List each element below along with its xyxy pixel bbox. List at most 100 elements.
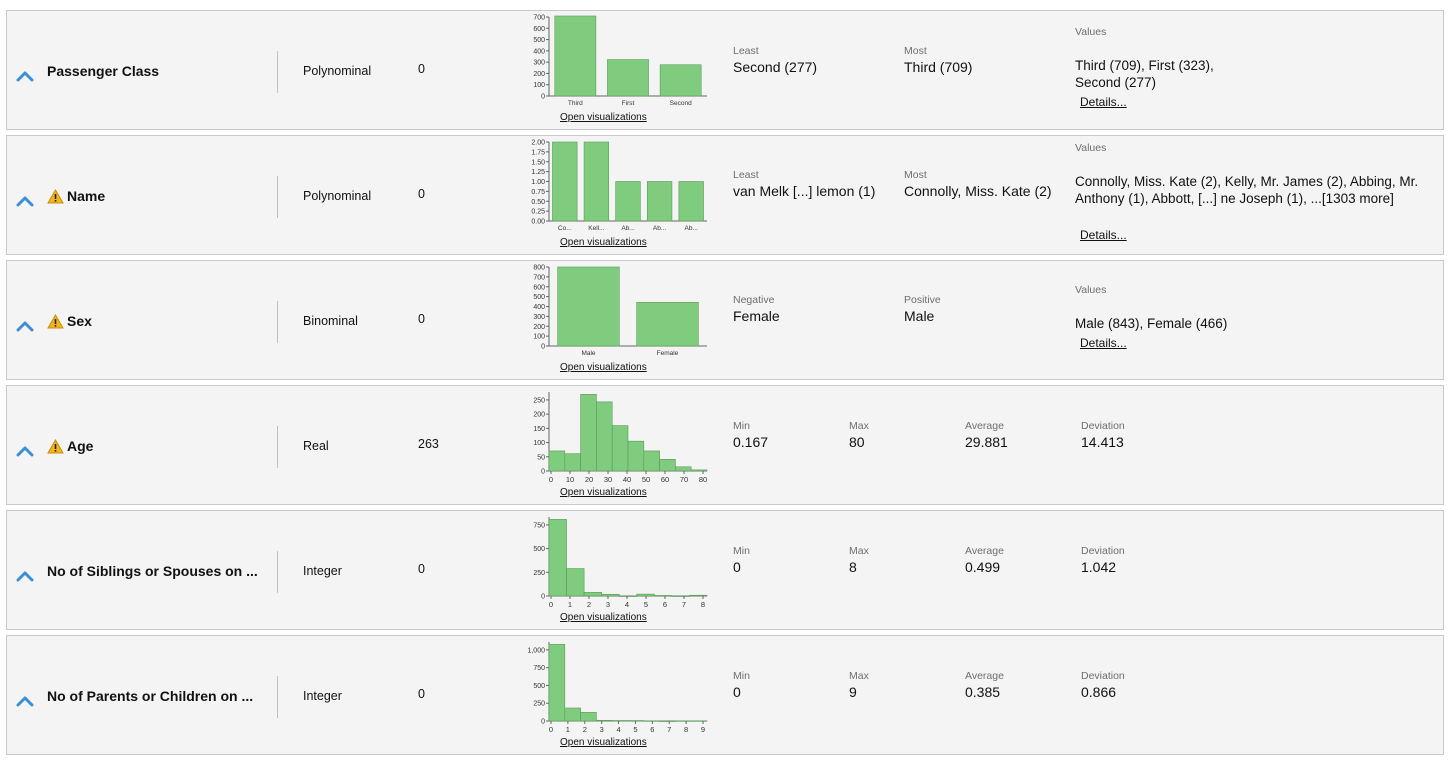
x-tick-label: Kell... xyxy=(588,225,604,232)
histogram-bar xyxy=(659,458,676,472)
deviation-value: 14.413 xyxy=(1081,434,1124,450)
least-value: Second (277) xyxy=(733,59,818,75)
bar xyxy=(607,59,649,97)
y-tick-label: 200 xyxy=(533,412,545,419)
y-tick-label: 0.25 xyxy=(531,209,545,216)
y-tick-label: 300 xyxy=(533,314,545,321)
open-visualizations-link[interactable]: Open visualizations xyxy=(560,612,647,623)
average-label: Average xyxy=(965,670,1004,682)
histogram-bar xyxy=(618,595,638,597)
y-tick-label: 600 xyxy=(533,284,545,291)
x-tick-label: 8 xyxy=(684,725,688,734)
y-tick-label: 750 xyxy=(533,522,545,529)
details-link[interactable]: Details... xyxy=(1080,95,1127,109)
max-label: Max xyxy=(849,670,869,682)
x-tick-label: 60 xyxy=(661,475,669,484)
warning-icon xyxy=(47,439,64,454)
y-tick-label: 1.75 xyxy=(531,149,545,156)
least-value: van Melk [...] lemon (1) xyxy=(733,183,876,199)
histogram-bar xyxy=(601,593,620,597)
collapse-chevron-icon[interactable] xyxy=(16,70,34,82)
bar xyxy=(554,15,597,97)
histogram-bar xyxy=(548,644,566,722)
y-tick-label: 500 xyxy=(533,683,545,690)
attribute-type: Integer xyxy=(303,689,342,703)
y-tick-label: 0.75 xyxy=(531,189,545,196)
y-tick-label: 0 xyxy=(541,594,545,601)
most-label: Most xyxy=(904,169,927,181)
y-tick-label: 700 xyxy=(533,15,545,22)
most-label: Most xyxy=(904,45,927,57)
warning-icon xyxy=(47,189,64,204)
attribute-type: Real xyxy=(303,439,329,453)
x-tick-label: Ab... xyxy=(685,225,699,232)
deviation-label: Deviation xyxy=(1081,420,1125,432)
values-label: Values xyxy=(1075,142,1107,154)
average-label: Average xyxy=(965,420,1004,432)
collapse-chevron-icon[interactable] xyxy=(16,320,34,332)
x-tick-label: 0 xyxy=(549,600,553,609)
distribution-chart[interactable]: 250 200 150 100 50 00 10 20 30 40 50 60 70 80 xyxy=(511,387,711,487)
distribution-chart[interactable]: 1,000 750 500 250 00 1 2 3 4 5 6 7 8 9 xyxy=(511,637,711,737)
open-visualizations-link[interactable]: Open visualizations xyxy=(560,362,647,373)
histogram-bar xyxy=(611,425,629,472)
histogram-bar xyxy=(659,720,676,722)
bar xyxy=(659,64,702,97)
x-tick-label: 3 xyxy=(606,600,610,609)
x-tick-label: Ab... xyxy=(621,225,635,232)
y-tick-label: 750 xyxy=(533,665,545,672)
attribute-row: Passenger Class Polynominal 0 700 600 500 4… xyxy=(6,10,1444,130)
open-visualizations-link[interactable]: Open visualizations xyxy=(560,487,647,498)
bar xyxy=(583,141,610,222)
bar xyxy=(646,181,673,222)
most-value: Third (709) xyxy=(904,59,973,75)
y-tick-label: 100 xyxy=(533,82,545,89)
attribute-name: No of Parents or Children on ... xyxy=(47,688,254,704)
min-value: 0 xyxy=(733,559,741,575)
histogram-bar xyxy=(580,712,597,722)
distribution-chart[interactable]: 800 700 600 500 400 300 200 100 0 Male Female xyxy=(511,262,711,362)
missing-count: 0 xyxy=(418,187,425,201)
attribute-type: Polynominal xyxy=(303,189,372,203)
attribute-row: Sex Binominal 0 800 700 600 500 400 300 200 100… xyxy=(6,260,1444,380)
y-tick-label: 1.00 xyxy=(531,179,545,186)
x-tick-label: Male xyxy=(581,350,595,357)
collapse-chevron-icon[interactable] xyxy=(16,195,34,207)
distribution-chart[interactable]: 750 500 250 00 1 2 3 4 5 6 7 8 xyxy=(511,512,711,612)
collapse-chevron-icon[interactable] xyxy=(16,445,34,457)
average-value: 0.499 xyxy=(965,559,1001,575)
open-visualizations-link[interactable]: Open visualizations xyxy=(560,237,647,248)
distribution-chart[interactable]: 2.00 1.75 1.50 1.25 1.00 0.75 0.50 0.25 0.00 Co..… xyxy=(511,137,711,237)
distribution-chart[interactable]: 700 600 500 400 300 200 100 0 Third First Second xyxy=(511,12,711,112)
y-tick-label: 100 xyxy=(533,440,545,447)
attribute-row: Name Polynominal 0 2.00 1.75 1.50 1.25 1.00 0… xyxy=(6,135,1444,255)
x-tick-label: 50 xyxy=(642,475,650,484)
open-visualizations-link[interactable]: Open visualizations xyxy=(560,737,647,748)
details-link[interactable]: Details... xyxy=(1080,228,1127,242)
min-label: Min xyxy=(733,420,750,432)
negative-label: Negative xyxy=(733,294,775,306)
details-link[interactable]: Details... xyxy=(1080,336,1127,350)
column-divider xyxy=(277,551,278,593)
histogram-bar xyxy=(654,595,673,597)
histogram-bar xyxy=(675,466,692,472)
y-tick-label: 500 xyxy=(533,294,545,301)
positive-value: Male xyxy=(904,308,935,324)
y-tick-label: 0 xyxy=(541,94,545,101)
x-tick-label: 20 xyxy=(585,475,593,484)
open-visualizations-link[interactable]: Open visualizations xyxy=(560,112,647,123)
x-tick-label: 8 xyxy=(701,600,705,609)
bar xyxy=(636,302,699,347)
x-tick-label: 70 xyxy=(680,475,688,484)
missing-count: 263 xyxy=(418,437,439,451)
histogram-bar xyxy=(566,568,585,597)
collapse-chevron-icon[interactable] xyxy=(16,695,34,707)
histogram-bar xyxy=(583,592,602,597)
attribute-type: Polynominal xyxy=(303,64,372,78)
x-tick-label: 5 xyxy=(633,725,637,734)
collapse-chevron-icon[interactable] xyxy=(16,570,34,582)
histogram-bar xyxy=(548,450,566,472)
x-tick-label: 1 xyxy=(566,725,570,734)
x-tick-label: 6 xyxy=(663,600,667,609)
deviation-value: 0.866 xyxy=(1081,684,1117,700)
